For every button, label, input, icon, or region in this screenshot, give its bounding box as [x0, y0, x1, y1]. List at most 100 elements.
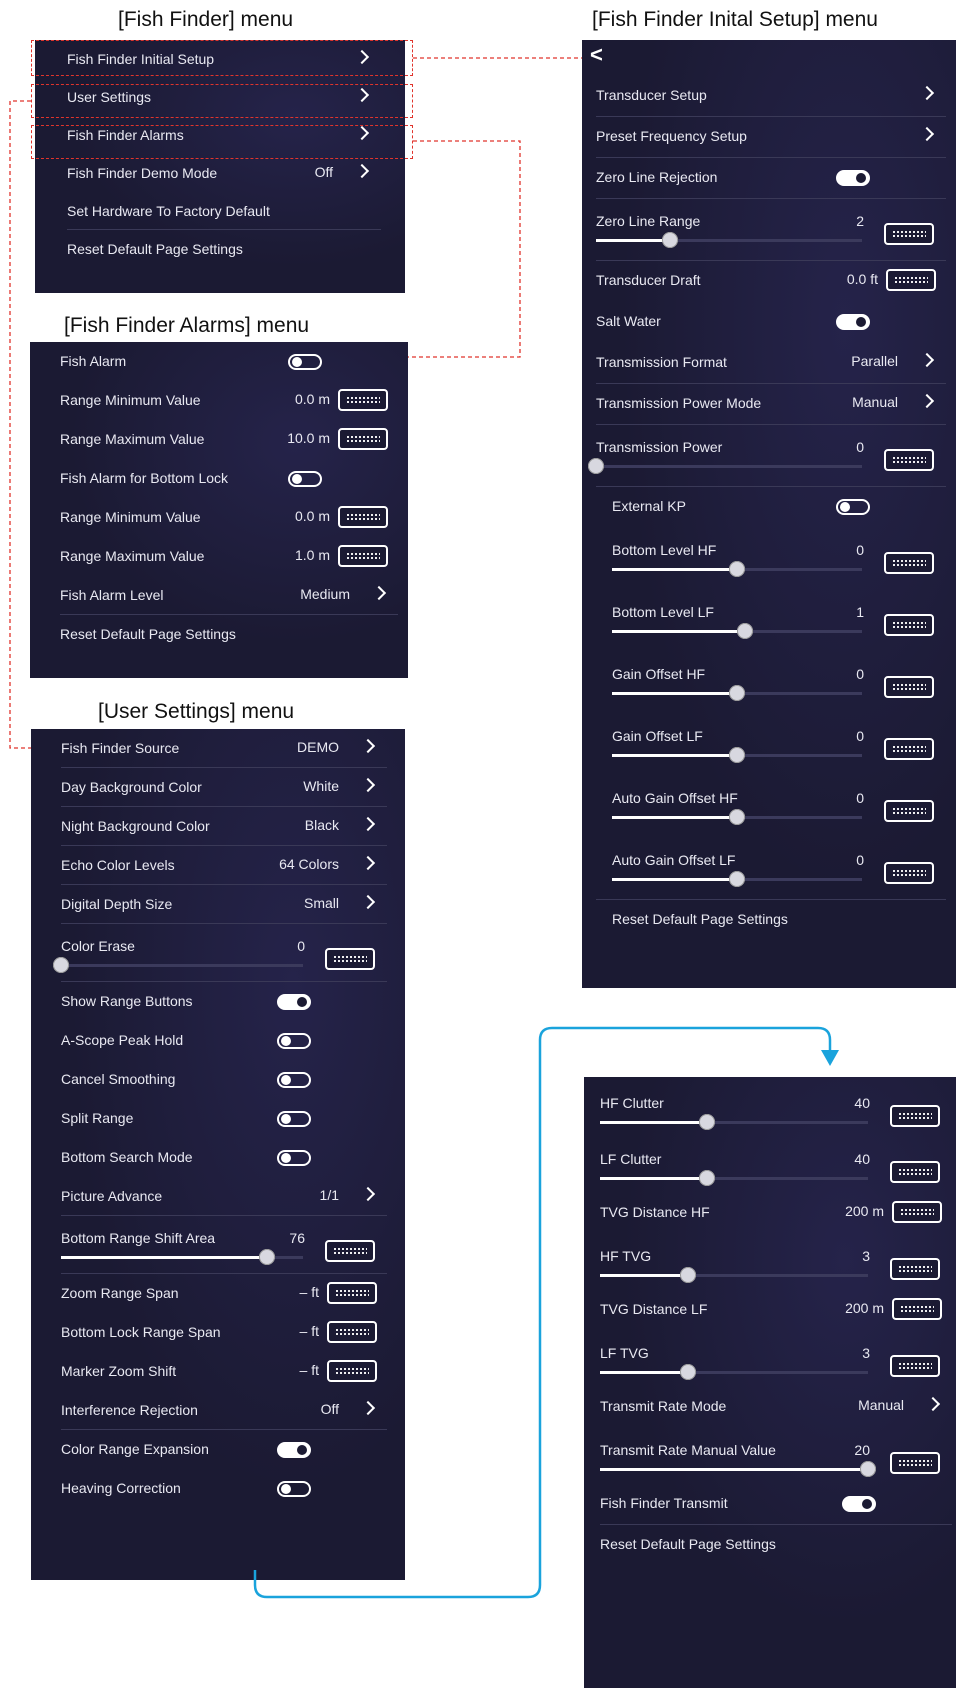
slider-track[interactable]: [612, 685, 862, 701]
slider-knob[interactable]: [729, 871, 745, 887]
chevron-right-icon[interactable]: [374, 582, 384, 598]
slider-track[interactable]: [588, 458, 862, 474]
chevron-right-icon[interactable]: [363, 1183, 373, 1199]
menu-row-reset-default-page-settings[interactable]: Reset Default Page Settings: [582, 900, 956, 941]
keyboard-icon[interactable]: [892, 1201, 942, 1223]
menu-row-fish-alarm-for-bottom-lock[interactable]: Fish Alarm for Bottom Lock: [30, 459, 408, 498]
menu-row-interference-rejection[interactable]: Interference Rejection Off: [31, 1391, 405, 1430]
menu-row-gain-offset-lf[interactable]: Gain Offset LF 0: [582, 714, 956, 776]
menu-row-preset-frequency-setup[interactable]: Preset Frequency Setup: [582, 117, 956, 158]
menu-row-range-minimum-value[interactable]: Range Minimum Value 0.0 m: [30, 381, 408, 420]
keyboard-icon[interactable]: [327, 1282, 377, 1304]
keyboard-icon[interactable]: [890, 1161, 940, 1183]
menu-row-transducer-draft[interactable]: Transducer Draft 0.0 ft: [582, 261, 956, 302]
menu-row-transmission-format[interactable]: Transmission Format Parallel: [582, 343, 956, 384]
slider-knob[interactable]: [860, 1461, 876, 1477]
slider-track[interactable]: [612, 809, 862, 825]
slider-track[interactable]: [600, 1114, 868, 1130]
menu-row-gain-offset-hf[interactable]: Gain Offset HF 0: [582, 652, 956, 714]
chevron-right-icon[interactable]: [922, 349, 932, 365]
chevron-right-icon[interactable]: [363, 813, 373, 829]
menu-row-reset-default-page-settings[interactable]: Reset Default Page Settings: [584, 1525, 956, 1566]
menu-row-marker-zoom-shift[interactable]: Marker Zoom Shift – ft: [31, 1352, 405, 1391]
menu-row-fish-alarm[interactable]: Fish Alarm: [30, 342, 408, 381]
keyboard-icon[interactable]: [338, 428, 388, 450]
toggle-switch[interactable]: [288, 354, 322, 370]
menu-row-bottom-level-lf[interactable]: Bottom Level LF 1: [582, 590, 956, 652]
menu-row-tvg-distance-lf[interactable]: TVG Distance LF 200 m: [584, 1290, 956, 1331]
toggle-switch[interactable]: [288, 471, 322, 487]
toggle-switch[interactable]: [277, 1111, 311, 1127]
chevron-right-icon[interactable]: [363, 774, 373, 790]
menu-row-reset-default-page-settings[interactable]: Reset Default Page Settings: [35, 230, 405, 268]
menu-row-cancel-smoothing[interactable]: Cancel Smoothing: [31, 1060, 405, 1099]
keyboard-icon[interactable]: [338, 506, 388, 528]
toggle-switch[interactable]: [277, 1072, 311, 1088]
slider-track[interactable]: [53, 957, 303, 973]
chevron-right-icon[interactable]: [363, 735, 373, 751]
back-chevron-icon[interactable]: <: [590, 42, 603, 68]
slider-knob[interactable]: [729, 561, 745, 577]
menu-row-tvg-distance-hf[interactable]: TVG Distance HF 200 m: [584, 1193, 956, 1234]
keyboard-icon[interactable]: [884, 862, 934, 884]
slider-knob[interactable]: [729, 747, 745, 763]
chevron-right-icon[interactable]: [922, 390, 932, 406]
menu-row-transmit-rate-manual-value[interactable]: Transmit Rate Manual Value 20: [584, 1428, 956, 1484]
slider-track[interactable]: [600, 1267, 868, 1283]
menu-row-transmission-power[interactable]: Transmission Power 0: [582, 425, 956, 487]
slider-knob[interactable]: [729, 685, 745, 701]
chevron-right-icon[interactable]: [357, 160, 367, 176]
keyboard-icon[interactable]: [325, 948, 375, 970]
menu-row-bottom-level-hf[interactable]: Bottom Level HF 0: [582, 528, 956, 590]
chevron-right-icon[interactable]: [363, 1397, 373, 1413]
menu-row-fish-alarm-level[interactable]: Fish Alarm Level Medium: [30, 576, 408, 615]
chevron-right-icon[interactable]: [922, 82, 932, 98]
menu-row-zero-line-rejection[interactable]: Zero Line Rejection: [582, 158, 956, 199]
menu-row-transmission-power-mode[interactable]: Transmission Power Mode Manual: [582, 384, 956, 425]
menu-row-set-hardware-to-factory-default[interactable]: Set Hardware To Factory Default: [35, 192, 405, 230]
toggle-switch[interactable]: [277, 994, 311, 1010]
keyboard-icon[interactable]: [890, 1355, 940, 1377]
menu-row-transducer-setup[interactable]: Transducer Setup: [582, 76, 956, 117]
menu-row-show-range-buttons[interactable]: Show Range Buttons: [31, 982, 405, 1021]
menu-row-bottom-range-shift-area[interactable]: Bottom Range Shift Area 76: [31, 1216, 405, 1274]
menu-row-fish-finder-transmit[interactable]: Fish Finder Transmit: [584, 1484, 956, 1525]
menu-row-transmit-rate-mode[interactable]: Transmit Rate Mode Manual: [584, 1387, 956, 1428]
menu-row-salt-water[interactable]: Salt Water: [582, 302, 956, 343]
slider-track[interactable]: [596, 232, 862, 248]
slider-track[interactable]: [600, 1461, 876, 1477]
keyboard-icon[interactable]: [884, 449, 934, 471]
menu-row-zero-line-range[interactable]: Zero Line Range 2: [582, 199, 956, 261]
menu-row-bottom-lock-range-span[interactable]: Bottom Lock Range Span – ft: [31, 1313, 405, 1352]
keyboard-icon[interactable]: [884, 223, 934, 245]
slider-knob[interactable]: [680, 1364, 697, 1380]
menu-row-split-range[interactable]: Split Range: [31, 1099, 405, 1138]
keyboard-icon[interactable]: [890, 1105, 940, 1127]
menu-row-a-scope-peak-hold[interactable]: A-Scope Peak Hold: [31, 1021, 405, 1060]
slider-knob[interactable]: [662, 232, 679, 248]
toggle-switch[interactable]: [836, 314, 870, 330]
keyboard-icon[interactable]: [886, 269, 936, 291]
keyboard-icon[interactable]: [884, 800, 934, 822]
slider-track[interactable]: [61, 1249, 303, 1265]
chevron-right-icon[interactable]: [363, 891, 373, 907]
keyboard-icon[interactable]: [890, 1258, 940, 1280]
keyboard-icon[interactable]: [884, 552, 934, 574]
slider-track[interactable]: [600, 1364, 868, 1380]
toggle-switch[interactable]: [277, 1150, 311, 1166]
chevron-right-icon[interactable]: [922, 123, 932, 139]
slider-track[interactable]: [612, 747, 862, 763]
slider-knob[interactable]: [258, 1249, 275, 1265]
keyboard-icon[interactable]: [892, 1298, 942, 1320]
slider-knob[interactable]: [729, 809, 745, 825]
menu-row-auto-gain-offset-hf[interactable]: Auto Gain Offset HF 0: [582, 776, 956, 838]
slider-track[interactable]: [600, 1170, 868, 1186]
toggle-switch[interactable]: [842, 1496, 876, 1512]
menu-row-lf-clutter[interactable]: LF Clutter 40: [584, 1137, 956, 1193]
menu-row-fish-finder-source[interactable]: Fish Finder Source DEMO: [31, 729, 405, 768]
slider-knob[interactable]: [680, 1267, 697, 1283]
slider-knob[interactable]: [736, 623, 753, 639]
menu-row-lf-tvg[interactable]: LF TVG 3: [584, 1331, 956, 1387]
menu-row-night-background-color[interactable]: Night Background Color Black: [31, 807, 405, 846]
menu-row-hf-clutter[interactable]: HF Clutter 40: [584, 1081, 956, 1137]
